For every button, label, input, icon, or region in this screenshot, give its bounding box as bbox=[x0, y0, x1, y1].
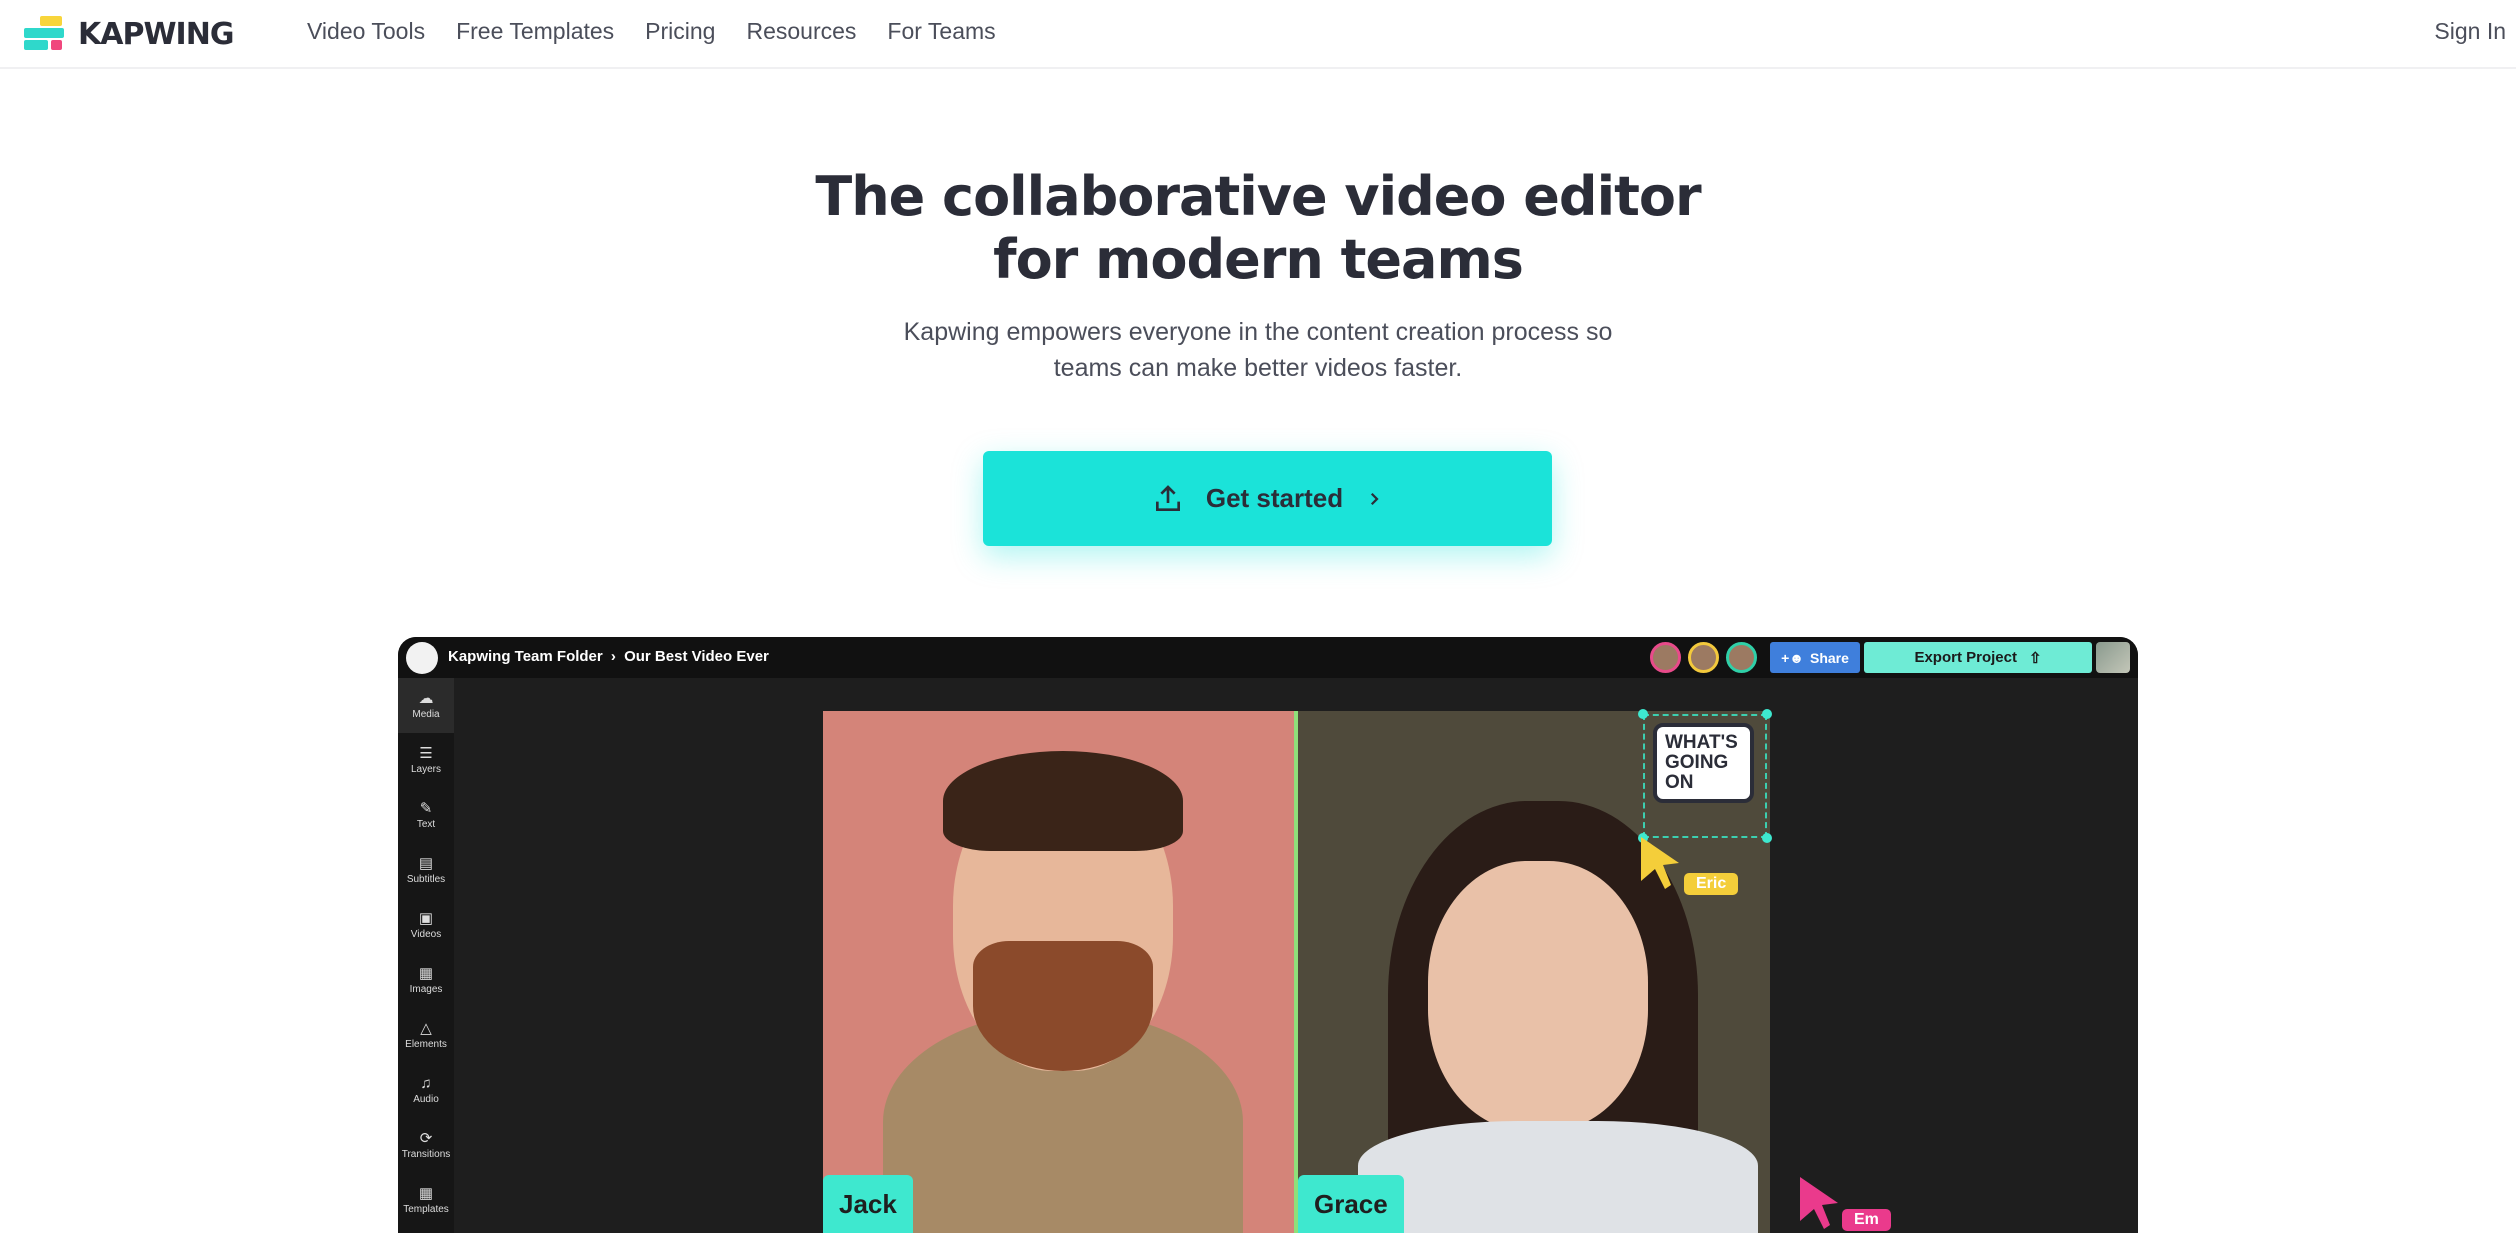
sign-in-link[interactable]: Sign In bbox=[2434, 18, 2506, 45]
sidebar-item-elements[interactable]: △ Elements bbox=[398, 1008, 454, 1063]
nav-pricing[interactable]: Pricing bbox=[645, 18, 715, 45]
sidebar-item-text[interactable]: ✎ Text bbox=[398, 788, 454, 843]
kapwing-logo-icon bbox=[24, 16, 64, 52]
user-avatar[interactable] bbox=[2096, 642, 2130, 673]
resize-handle[interactable] bbox=[1762, 709, 1772, 719]
upload-icon bbox=[1155, 484, 1180, 511]
hero-title-line2: for modern teams bbox=[993, 228, 1524, 291]
layers-icon: ☰ bbox=[419, 745, 433, 762]
cursor-em-icon bbox=[1800, 1177, 1838, 1229]
music-icon: ♫ bbox=[420, 1075, 432, 1092]
breadcrumb-project: Our Best Video Ever bbox=[624, 648, 769, 665]
sidebar-label: Elements bbox=[405, 1039, 447, 1050]
sidebar-label: Text bbox=[416, 819, 436, 830]
collaborator-avatar[interactable] bbox=[1726, 642, 1757, 673]
speaker-label-jack: Jack bbox=[823, 1175, 913, 1233]
sidebar-label: Videos bbox=[410, 929, 442, 940]
collaborator-avatar[interactable] bbox=[1688, 642, 1719, 673]
person-jack-beard bbox=[973, 941, 1153, 1071]
hero-subtitle-line2: teams can make better videos faster. bbox=[1053, 354, 1463, 382]
cursor-label-eric: Eric bbox=[1684, 873, 1739, 895]
hero-subtitle: Kapwing empowers everyone in the content… bbox=[880, 314, 1636, 386]
video-clip-jack[interactable]: Jack bbox=[823, 711, 1295, 1233]
collaborator-avatar[interactable] bbox=[1650, 642, 1681, 673]
chevron-right-icon bbox=[1371, 492, 1379, 505]
sidebar-label: Templates bbox=[403, 1204, 449, 1215]
shapes-icon: △ bbox=[420, 1020, 432, 1037]
sidebar-item-layers[interactable]: ☰ Layers bbox=[398, 733, 454, 788]
hero-title: The collaborative video editor for modern… bbox=[0, 165, 2516, 291]
sidebar-item-templates[interactable]: ▦ Templates bbox=[398, 1173, 454, 1228]
team-logo-icon bbox=[406, 642, 438, 674]
resize-handle[interactable] bbox=[1762, 833, 1772, 843]
top-nav: KAPWING Video Tools Free Templates Prici… bbox=[0, 0, 2516, 69]
subtitles-icon: ▤ bbox=[418, 855, 434, 872]
nav-free-templates[interactable]: Free Templates bbox=[456, 18, 614, 45]
film-icon: ▣ bbox=[418, 910, 434, 927]
share-label: Share bbox=[1810, 649, 1849, 666]
editor-topbar: Kapwing Team Folder › Our Best Video Eve… bbox=[398, 637, 2138, 678]
image-icon: ▦ bbox=[418, 965, 434, 982]
hero-subtitle-line1: Kapwing empowers everyone in the content… bbox=[903, 318, 1613, 346]
editor-preview: Kapwing Team Folder › Our Best Video Eve… bbox=[398, 637, 2138, 1233]
speech-bubble-text[interactable]: WHAT'S GOING ON bbox=[1653, 723, 1754, 803]
person-jack-hair bbox=[943, 751, 1183, 851]
transition-icon: ⟳ bbox=[419, 1130, 433, 1147]
sidebar-item-audio[interactable]: ♫ Audio bbox=[398, 1063, 454, 1118]
sidebar-item-videos[interactable]: ▣ Videos bbox=[398, 898, 454, 953]
sidebar-item-media[interactable]: ☁ Media bbox=[398, 678, 454, 733]
edit-icon: ✎ bbox=[419, 800, 433, 817]
export-project-button[interactable]: Export Project ⇧ bbox=[1864, 642, 2092, 673]
breadcrumb: Kapwing Team Folder › Our Best Video Eve… bbox=[448, 648, 769, 665]
sidebar-label: Subtitles bbox=[406, 874, 446, 885]
nav-video-tools[interactable]: Video Tools bbox=[307, 18, 425, 45]
editor-sidebar: ☁ Media ☰ Layers ✎ Text ▤ Subtitles ▣ Videos … bbox=[398, 678, 454, 1233]
nav-resources[interactable]: Resources bbox=[746, 18, 856, 45]
export-label: Export Project bbox=[1914, 649, 2017, 666]
person-grace-head bbox=[1428, 861, 1648, 1131]
sidebar-label: Images bbox=[409, 984, 443, 995]
kapwing-logo[interactable]: KAPWING bbox=[24, 16, 234, 52]
sidebar-label: Audio bbox=[413, 1094, 439, 1105]
share-button[interactable]: +☻ Share bbox=[1770, 642, 1860, 673]
cloud-upload-icon: ☁ bbox=[418, 690, 434, 707]
get-started-button[interactable]: Get started bbox=[983, 451, 1552, 546]
hero-title-line1: The collaborative video editor bbox=[815, 165, 1701, 228]
speaker-label-grace: Grace bbox=[1298, 1175, 1404, 1233]
resize-handle[interactable] bbox=[1638, 709, 1648, 719]
cursor-label-em: Em bbox=[1842, 1209, 1891, 1231]
cursor-eric-icon bbox=[1641, 837, 1679, 889]
get-started-label: Get started bbox=[1205, 483, 1344, 513]
sidebar-item-transitions[interactable]: ⟳ Transitions bbox=[398, 1118, 454, 1173]
brand-name: KAPWING bbox=[78, 16, 234, 52]
grid-icon: ▦ bbox=[418, 1185, 434, 1202]
nav-for-teams[interactable]: For Teams bbox=[887, 18, 995, 45]
breadcrumb-separator: › bbox=[610, 648, 616, 665]
breadcrumb-folder[interactable]: Kapwing Team Folder bbox=[448, 648, 603, 665]
sidebar-item-subtitles[interactable]: ▤ Subtitles bbox=[398, 843, 454, 898]
person-grace-body bbox=[1358, 1121, 1758, 1233]
sidebar-item-images[interactable]: ▦ Images bbox=[398, 953, 454, 1008]
export-icon: ⇧ bbox=[2028, 649, 2042, 667]
sidebar-label: Media bbox=[412, 709, 440, 720]
sidebar-label: Transitions bbox=[401, 1149, 451, 1160]
add-user-icon: +☻ bbox=[1781, 649, 1804, 666]
sidebar-label: Layers bbox=[410, 764, 441, 775]
